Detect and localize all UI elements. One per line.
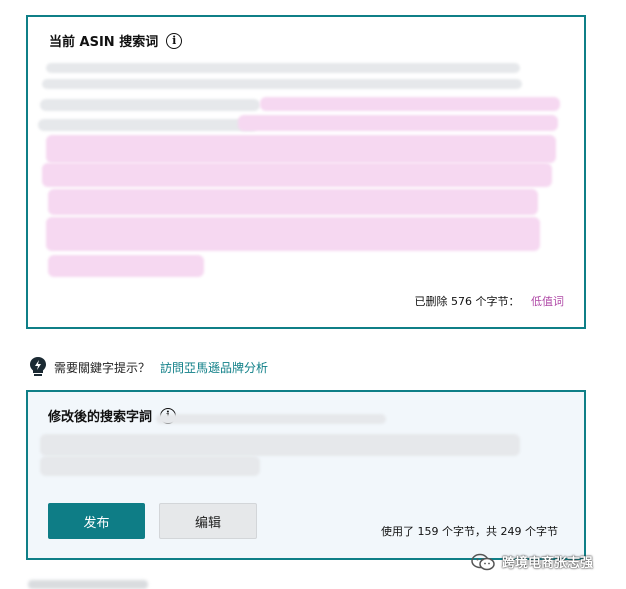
wechat-icon — [471, 553, 495, 570]
lightbulb-icon — [30, 357, 46, 376]
current-search-terms-panel: 当前 ASIN 搜索词 i 已删除 576 个字节： 低值词 — [26, 15, 586, 329]
current-search-terms-title-text: 当前 ASIN 搜索词 — [49, 35, 159, 50]
brand-analytics-link[interactable]: 訪問亞馬遜品牌分析 — [160, 359, 268, 376]
info-icon[interactable]: i — [166, 32, 183, 49]
modified-search-terms-panel: 修改後的搜索字詞 i 发布 编辑 使用了 159 个字节，共 249 个字节 — [26, 390, 586, 560]
hint-text: 需要關鍵字提示？ — [54, 360, 151, 375]
deleted-bytes-text: 已删除 576 个字节： — [414, 295, 520, 308]
deleted-bytes-status: 已删除 576 个字节： 低值词 — [415, 293, 565, 309]
obscured-footer-text — [28, 580, 148, 589]
publish-button[interactable]: 发布 — [48, 503, 145, 539]
modified-search-terms-title-text: 修改後的搜索字詞 — [48, 410, 153, 425]
watermark-text: 跨境电商张志强 — [502, 556, 594, 571]
keyword-hint-row: 需要關鍵字提示？ 訪問亞馬遜品牌分析 — [28, 356, 268, 378]
edit-button[interactable]: 编辑 — [159, 503, 257, 539]
byte-usage-text: 使用了 159 个字节，共 249 个字节 — [381, 525, 558, 538]
low-value-words-link[interactable]: 低值词 — [531, 295, 564, 308]
watermark: 跨境电商张志强 — [470, 552, 593, 571]
current-search-terms-title: 当前 ASIN 搜索词 i — [49, 31, 183, 50]
